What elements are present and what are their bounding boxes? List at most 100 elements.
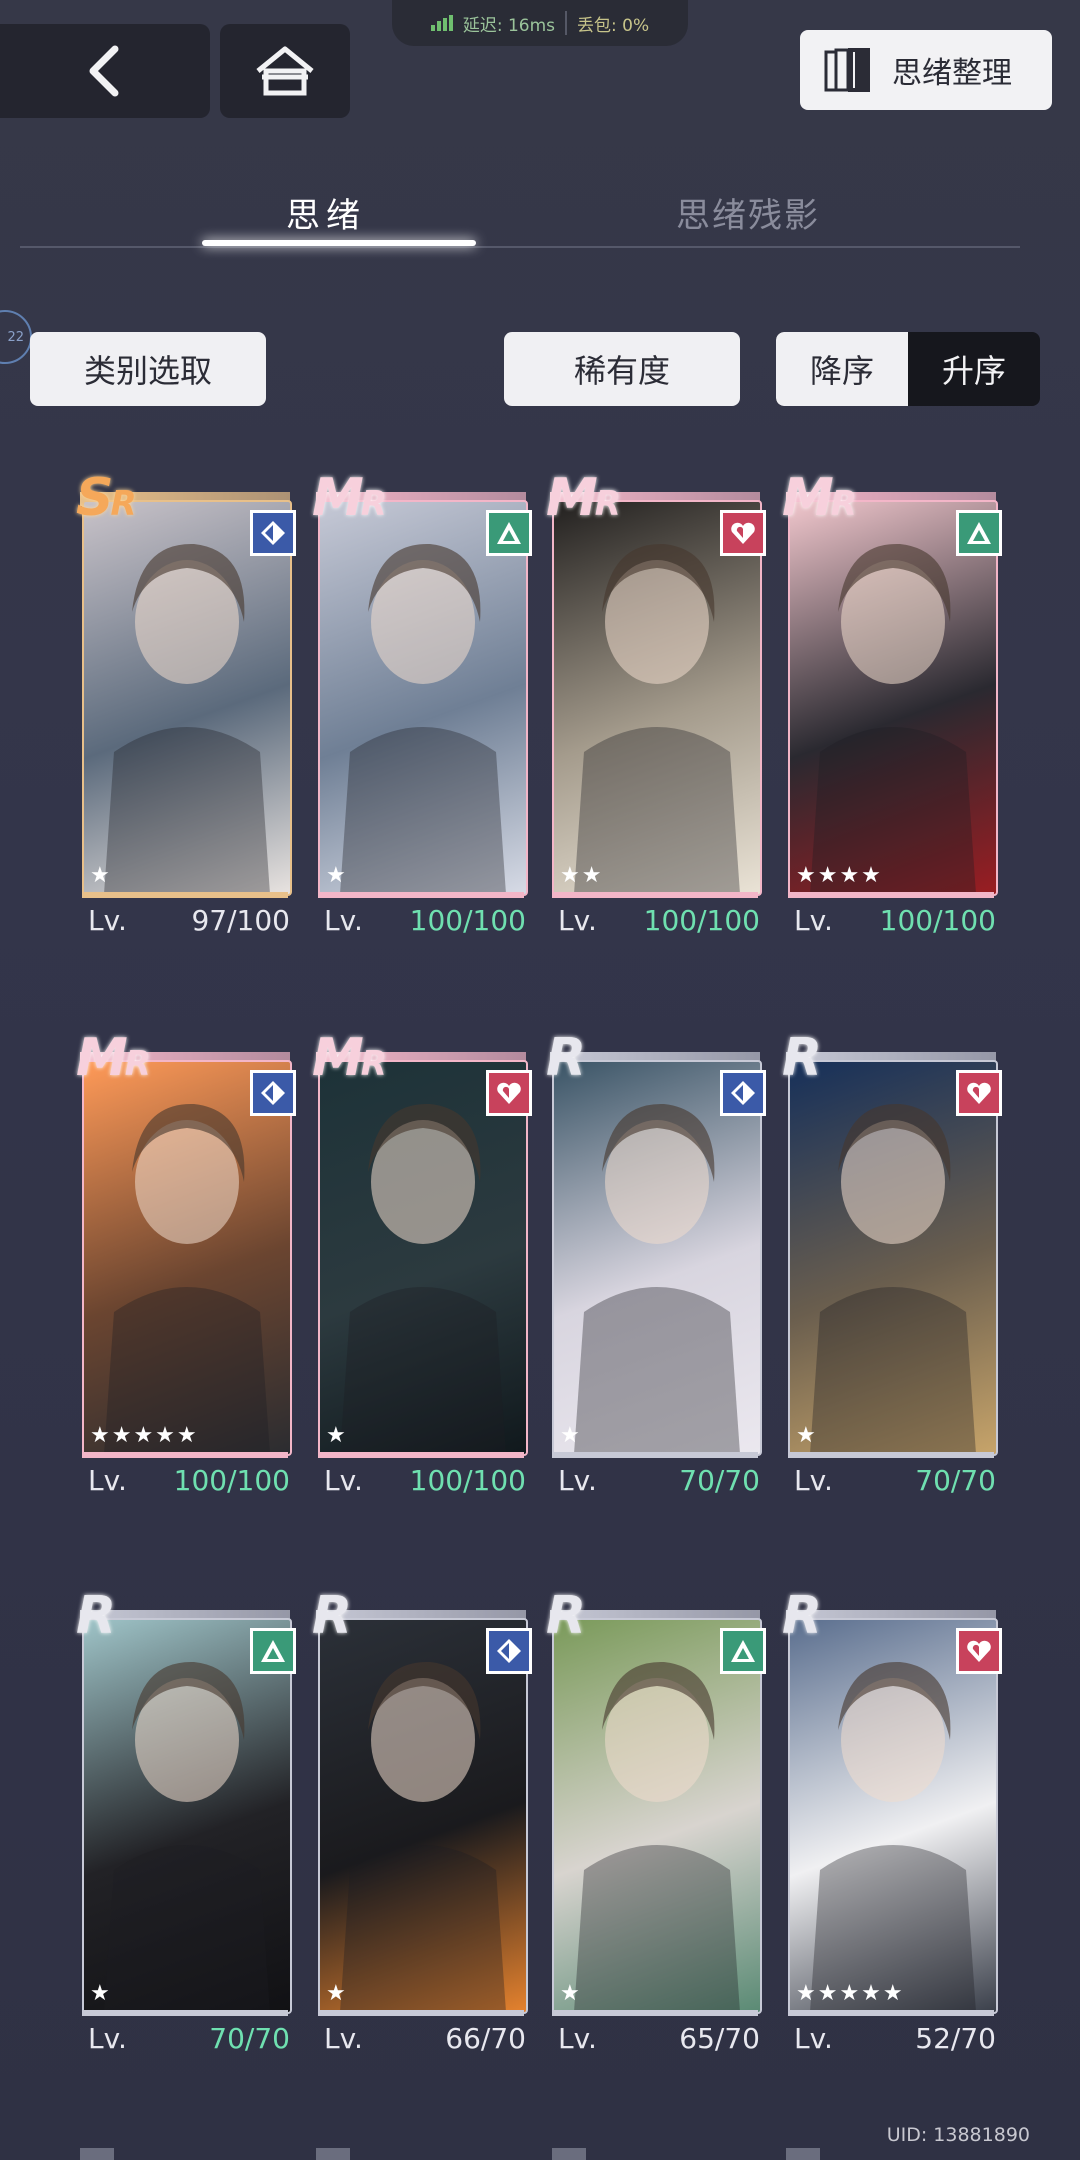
level-label: Lv. [324,2022,363,2055]
thought-card[interactable]: ★★★★ MR Lv. 100/100 [782,472,1002,952]
card-art: ★ [318,500,528,896]
card-art: ★ [318,1618,528,2014]
signal-icon [430,15,453,31]
card-bottom-bar [552,1452,758,1458]
level-value: 70/70 [209,2022,290,2055]
next-row-peek [316,2148,350,2160]
network-status: 延迟: 16ms 丢包: 0% [392,0,688,46]
level-value: 97/100 [191,904,290,937]
triangle-icon [956,510,1002,556]
thought-card[interactable]: ★ MR Lv. 100/100 [312,472,532,952]
star-rating: ★★ [560,863,604,888]
rarity-sort-button[interactable]: 稀有度 [504,332,740,406]
star-rating: ★ [326,1423,348,1448]
tab-thoughts[interactable]: 思绪 [286,188,366,237]
thought-card[interactable]: ★ R Lv. 65/70 [546,1590,766,2070]
tab-bar: 思绪 思绪残影 [20,180,1020,248]
card-bottom-bar [788,2010,994,2016]
thought-card[interactable]: ★ R Lv. 70/70 [546,1032,766,1512]
star-rating: ★ [560,1981,582,2006]
card-art: ★★★★★ [788,1618,998,2014]
heart-icon [956,1070,1002,1116]
card-bottom-bar [318,1452,524,1458]
next-row-peek [786,2148,820,2160]
triangle-icon [720,1628,766,1674]
star-rating: ★ [326,863,348,888]
back-button[interactable] [0,24,210,118]
diamond-icon [250,1070,296,1116]
diamond-icon [720,1070,766,1116]
thought-card[interactable]: ★ R Lv. 70/70 [76,1590,296,2070]
rarity-logo: R [312,1586,352,1646]
level-value: 70/70 [679,1464,760,1497]
star-rating: ★ [90,863,112,888]
card-art: ★★★★★ [82,1060,292,1456]
order-toggle: 降序 升序 [776,332,1040,406]
level-label: Lv. [324,904,363,937]
rarity-logo: SR [76,468,137,528]
descending-button[interactable]: 降序 [776,332,908,406]
side-badge[interactable]: 22 [0,310,32,364]
diamond-icon [486,1628,532,1674]
heart-icon [486,1070,532,1116]
level-label: Lv. [324,1464,363,1497]
category-filter-button[interactable]: 类别选取 [30,332,266,406]
card-bottom-bar [552,892,758,898]
thought-card[interactable]: ★ R Lv. 66/70 [312,1590,532,2070]
card-art: ★★ [552,500,762,896]
heart-icon [720,510,766,556]
triangle-icon [250,1628,296,1674]
level-value: 65/70 [679,2022,760,2055]
level-value: 100/100 [173,1464,290,1497]
thought-card[interactable]: ★★★★★ R Lv. 52/70 [782,1590,1002,2070]
star-rating: ★ [560,1423,582,1448]
rarity-logo: R [546,1028,586,1088]
card-bottom-bar [788,1452,994,1458]
card-bottom-bar [82,892,288,898]
rarity-logo: MR [312,468,387,528]
level-value: 100/100 [643,904,760,937]
active-tab-indicator [202,240,476,246]
rarity-logo: R [782,1028,822,1088]
card-art: ★ [788,1060,998,1456]
star-rating: ★ [796,1423,818,1448]
tab-thought-shadows[interactable]: 思绪残影 [676,188,820,237]
level-label: Lv. [88,1464,127,1497]
level-label: Lv. [88,2022,127,2055]
rarity-logo: R [782,1586,822,1646]
card-bottom-bar [788,892,994,898]
diamond-icon [250,510,296,556]
thought-card[interactable]: ★ MR Lv. 100/100 [312,1032,532,1512]
card-art: ★ [82,1618,292,2014]
home-icon [256,46,314,96]
home-button[interactable] [220,24,350,118]
thought-card[interactable]: ★ R Lv. 70/70 [782,1032,1002,1512]
level-label: Lv. [88,904,127,937]
level-value: 100/100 [409,1464,526,1497]
card-bottom-bar [318,892,524,898]
level-label: Lv. [794,904,833,937]
ascending-button[interactable]: 升序 [908,332,1040,406]
level-value: 52/70 [915,2022,996,2055]
organize-button[interactable]: 思绪整理 [800,30,1052,110]
thought-card[interactable]: ★★ MR Lv. 100/100 [546,472,766,952]
card-bottom-bar [552,2010,758,2016]
thought-card[interactable]: ★★★★★ MR Lv. 100/100 [76,1032,296,1512]
level-label: Lv. [794,2022,833,2055]
next-row-peek [552,2148,586,2160]
card-art: ★ [552,1060,762,1456]
level-label: Lv. [794,1464,833,1497]
star-rating: ★★★★★ [796,1981,905,2006]
card-bottom-bar [318,2010,524,2016]
level-label: Lv. [558,2022,597,2055]
thought-card[interactable]: ★ SR Lv. 97/100 [76,472,296,952]
level-value: 66/70 [445,2022,526,2055]
level-label: Lv. [558,1464,597,1497]
level-value: 100/100 [409,904,526,937]
star-rating: ★★★★★ [90,1423,199,1448]
divider [565,11,568,35]
heart-icon [956,1628,1002,1674]
star-rating: ★★★★ [796,863,883,888]
packet-loss-text: 丢包: 0% [577,15,650,36]
level-label: Lv. [558,904,597,937]
